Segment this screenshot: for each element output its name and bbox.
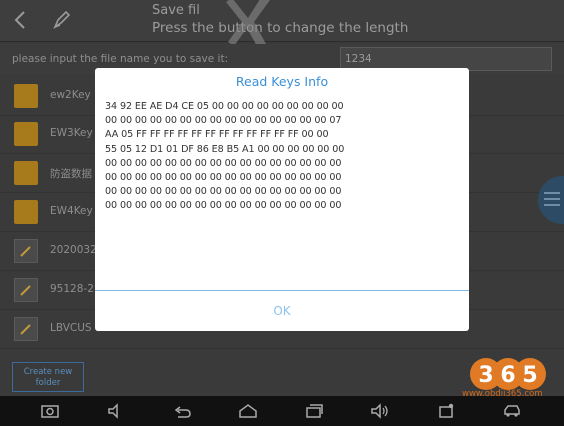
key-data-line: 55 05 12 D1 01 DF 86 E8 B5 A1 00 00 00 0…	[105, 143, 345, 155]
create-folder-label-line2: folder	[35, 378, 61, 388]
document-icon	[14, 317, 38, 341]
menu-icon	[544, 192, 560, 206]
page-subtitle: Press the button to change the length	[152, 20, 409, 36]
key-data-line: 00 00 00 00 00 00 00 00 00 00 00 00 00 0…	[105, 157, 342, 169]
create-folder-button[interactable]: Create new folder	[12, 362, 84, 392]
back-nav-icon[interactable]	[172, 402, 192, 420]
key-data-line: 00 00 00 00 00 00 00 00 00 00 00 00 00 0…	[105, 172, 342, 184]
volume-down-icon[interactable]	[106, 402, 126, 420]
svg-text:5: 5	[522, 363, 537, 388]
create-folder-label-line1: Create new	[23, 367, 73, 377]
system-nav-bar	[0, 396, 564, 426]
dialog-title: Read Keys Info	[235, 74, 329, 89]
folder-icon	[14, 122, 38, 146]
vehicle-connection-icon[interactable]	[502, 402, 522, 420]
file-name: EW4Key	[50, 205, 93, 217]
svg-text:3: 3	[478, 363, 493, 388]
document-icon	[14, 239, 38, 263]
home-icon[interactable]	[238, 402, 258, 420]
key-data-block: 34 92 EE AE D4 CE 05 00 00 00 00 00 00 0…	[105, 100, 465, 214]
key-data-line: 00 00 00 00 00 00 00 00 00 00 00 00 00 0…	[105, 186, 342, 198]
watermark-cross-icon	[226, 0, 272, 48]
key-data-line: 34 92 EE AE D4 CE 05 00 00 00 00 00 00 0…	[105, 101, 344, 112]
screen: Save fil Press the button to change the …	[0, 0, 564, 426]
svg-text:6: 6	[500, 363, 515, 388]
file-name: 95128-2	[50, 283, 94, 295]
vci-icon[interactable]	[436, 402, 456, 420]
file-name: 2020032	[50, 244, 97, 256]
file-name: EW3Key	[50, 127, 93, 139]
screenshot-icon[interactable]	[40, 402, 60, 420]
volume-up-icon[interactable]	[370, 402, 390, 420]
key-data-line: 00 00 00 00 00 00 00 00 00 00 00 00 00 0…	[105, 200, 342, 212]
ok-button[interactable]: OK	[95, 291, 469, 331]
read-keys-dialog: Read Keys Info 34 92 EE AE D4 CE 05 00 0…	[95, 68, 469, 331]
folder-icon	[14, 161, 38, 185]
folder-icon	[14, 200, 38, 224]
back-icon[interactable]	[10, 8, 32, 32]
folder-icon	[14, 84, 38, 108]
key-data-line: 00 00 00 00 00 00 00 00 00 00 00 00 00 0…	[105, 115, 342, 127]
recent-apps-icon[interactable]	[304, 402, 324, 420]
watermark-logo: 3 6 5	[466, 352, 550, 392]
app-bar: Save fil Press the button to change the …	[0, 0, 564, 48]
document-icon	[14, 278, 38, 302]
page-title: Save fil	[152, 3, 200, 18]
file-name-label: please input the file name you to save i…	[12, 53, 229, 65]
file-name: LBVCUS	[50, 322, 92, 334]
file-name: ew2Key	[50, 89, 91, 101]
edit-icon[interactable]	[50, 8, 72, 32]
file-name: 防盗数据	[50, 168, 92, 180]
key-data-line: AA 05 FF FF FF FF FF FF FF FF FF FF FF F…	[105, 129, 329, 141]
